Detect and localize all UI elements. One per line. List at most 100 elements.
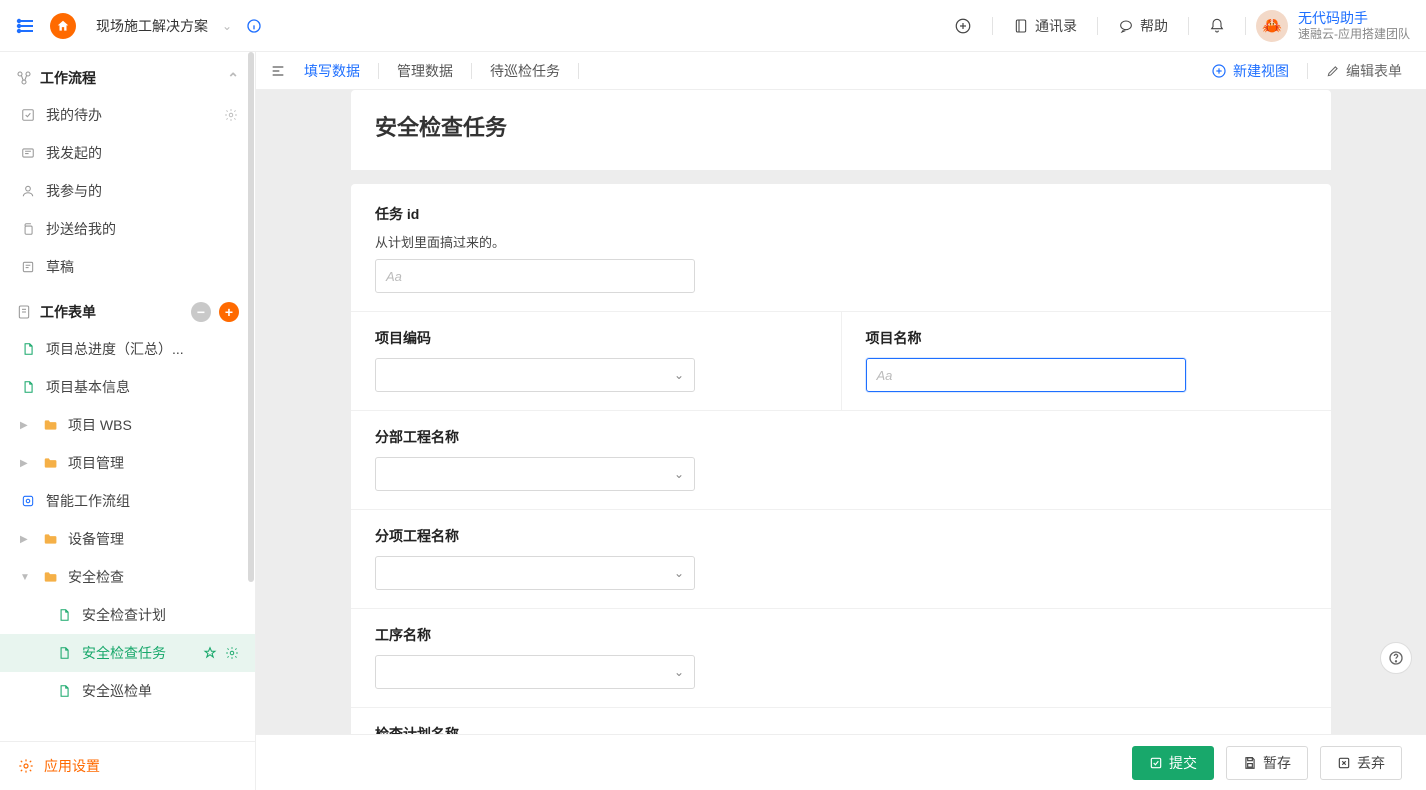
- sidebar-scrollbar[interactable]: [247, 52, 255, 790]
- app-settings-label: 应用设置: [44, 756, 100, 776]
- sidebar-item-label: 智能工作流组: [46, 491, 130, 511]
- field-label-sub-proj: 分部工程名称: [375, 427, 1307, 447]
- contacts-label: 通讯录: [1035, 16, 1077, 36]
- user-icon: [20, 184, 36, 198]
- sidebar-item-device[interactable]: ▶ 设备管理: [0, 520, 255, 558]
- sidebar-item-wbs[interactable]: ▶ 项目 WBS: [0, 406, 255, 444]
- field-desc-task-id: 从计划里面搞过来的。: [375, 232, 1307, 251]
- app-settings-button[interactable]: 应用设置: [0, 741, 255, 790]
- folder-icon: [42, 570, 58, 584]
- sidebar-item-todo[interactable]: 我的待办: [0, 96, 255, 134]
- save-button[interactable]: 暂存: [1226, 746, 1308, 780]
- info-icon[interactable]: [246, 18, 262, 34]
- sidebar-item-draft[interactable]: 草稿: [0, 248, 255, 286]
- gear-icon[interactable]: [225, 646, 239, 660]
- submit-button[interactable]: 提交: [1132, 746, 1214, 780]
- sidebar-item-started[interactable]: 我发起的: [0, 134, 255, 172]
- item-proj-select[interactable]: ⌄: [375, 556, 695, 590]
- sidebar-item-safety-plan[interactable]: 安全检查计划: [0, 596, 255, 634]
- check-square-icon: [20, 108, 36, 122]
- collapse-sidebar-icon[interactable]: [270, 63, 286, 79]
- send-icon: [20, 146, 36, 160]
- tab-manage[interactable]: 管理数据: [383, 52, 467, 89]
- field-label-proj-name: 项目名称: [866, 328, 1308, 348]
- process-select[interactable]: ⌄: [375, 655, 695, 689]
- caret-right-icon: ▶: [20, 458, 32, 469]
- divider: [992, 17, 993, 35]
- sidebar-item-label: 我参与的: [46, 181, 102, 201]
- sidebar-item-safety-task[interactable]: 安全检查任务: [0, 634, 255, 672]
- edit-form-label: 编辑表单: [1346, 61, 1402, 81]
- sidebar-item-label: 安全检查计划: [82, 605, 166, 625]
- discard-button[interactable]: 丢弃: [1320, 746, 1402, 780]
- doc-icon: [56, 608, 72, 622]
- forms-icon: [16, 304, 32, 320]
- sidebar-item-label: 我的待办: [46, 105, 102, 125]
- sidebar-item-participate[interactable]: 我参与的: [0, 172, 255, 210]
- sidebar-item-label: 安全检查: [68, 567, 124, 587]
- proj-code-select[interactable]: ⌄: [375, 358, 695, 392]
- workflow-icon: [16, 70, 32, 86]
- contacts-button[interactable]: 通讯录: [1003, 12, 1087, 40]
- tab-label: 填写数据: [304, 61, 360, 81]
- menu-icon[interactable]: [16, 16, 36, 36]
- field-label-process: 工序名称: [375, 625, 1307, 645]
- sidebar-item-smart[interactable]: 智能工作流组: [0, 482, 255, 520]
- workflow-header: 工作流程: [40, 68, 96, 88]
- caret-down-icon: ▼: [20, 572, 32, 583]
- sidebar-item-mgmt[interactable]: ▶ 项目管理: [0, 444, 255, 482]
- doc-icon: [56, 646, 72, 660]
- gear-icon[interactable]: [223, 108, 239, 122]
- folder-icon: [42, 418, 58, 432]
- avatar[interactable]: 🦀: [1256, 10, 1288, 42]
- help-button[interactable]: 帮助: [1108, 12, 1178, 40]
- chevron-up-icon: ⌃: [227, 70, 239, 87]
- caret-right-icon: ▶: [20, 420, 32, 431]
- form-title: 安全检查任务: [351, 90, 1331, 170]
- user-block[interactable]: 无代码助手 速融云-应用搭建团队: [1298, 10, 1410, 41]
- field-label-task-id: 任务 id: [375, 204, 1307, 224]
- collapse-all-icon[interactable]: −: [191, 302, 211, 322]
- home-icon[interactable]: [50, 13, 76, 39]
- tab-fill[interactable]: 填写数据: [290, 52, 374, 89]
- divider: [1245, 17, 1246, 35]
- user-sub: 速融云-应用搭建团队: [1298, 27, 1410, 41]
- sidebar-item-basic[interactable]: 项目基本信息: [0, 368, 255, 406]
- app-name: 现场施工解决方案: [96, 16, 208, 36]
- tab-inspect[interactable]: 待巡检任务: [476, 52, 574, 89]
- field-label-proj-code: 项目编码: [375, 328, 817, 348]
- draft-icon: [20, 260, 36, 274]
- folder-icon: [42, 456, 58, 470]
- proj-name-input[interactable]: Aa: [866, 358, 1186, 392]
- add-form-icon[interactable]: +: [219, 302, 239, 322]
- add-icon[interactable]: [944, 13, 982, 39]
- sub-proj-select[interactable]: ⌄: [375, 457, 695, 491]
- sidebar-item-label: 草稿: [46, 257, 74, 277]
- divider: [1097, 17, 1098, 35]
- tab-label: 待巡检任务: [490, 61, 560, 81]
- sidebar-item-label: 设备管理: [68, 529, 124, 549]
- star-icon[interactable]: [203, 646, 217, 660]
- field-label-plan-name: 检查计划名称: [375, 724, 1307, 734]
- sidebar-item-label: 项目管理: [68, 453, 124, 473]
- edit-form-button[interactable]: 编辑表单: [1316, 61, 1412, 81]
- app-dropdown-icon[interactable]: ⌄: [222, 19, 232, 33]
- copy-icon: [20, 222, 36, 236]
- new-view-label: 新建视图: [1233, 61, 1289, 81]
- sidebar-item-label: 安全巡检单: [82, 681, 152, 701]
- sidebar-item-safety-patrol[interactable]: 安全巡检单: [0, 672, 255, 710]
- save-icon: [1243, 756, 1257, 770]
- sidebar-item-label: 安全检查任务: [82, 643, 166, 663]
- bell-icon[interactable]: [1199, 14, 1235, 38]
- new-view-button[interactable]: 新建视图: [1201, 61, 1299, 81]
- task-id-input[interactable]: Aa: [375, 259, 695, 293]
- sidebar-group-forms[interactable]: 工作表单 − +: [0, 294, 255, 330]
- chevron-down-icon: ⌄: [674, 566, 684, 580]
- sidebar-item-cc[interactable]: 抄送给我的: [0, 210, 255, 248]
- doc-icon: [20, 380, 36, 394]
- help-float-button[interactable]: [1380, 642, 1412, 674]
- sidebar-group-workflow[interactable]: 工作流程 ⌃: [0, 60, 255, 96]
- sidebar-item-safety[interactable]: ▼ 安全检查: [0, 558, 255, 596]
- chevron-down-icon: ⌄: [674, 665, 684, 679]
- sidebar-item-overview[interactable]: 项目总进度（汇总）...: [0, 330, 255, 368]
